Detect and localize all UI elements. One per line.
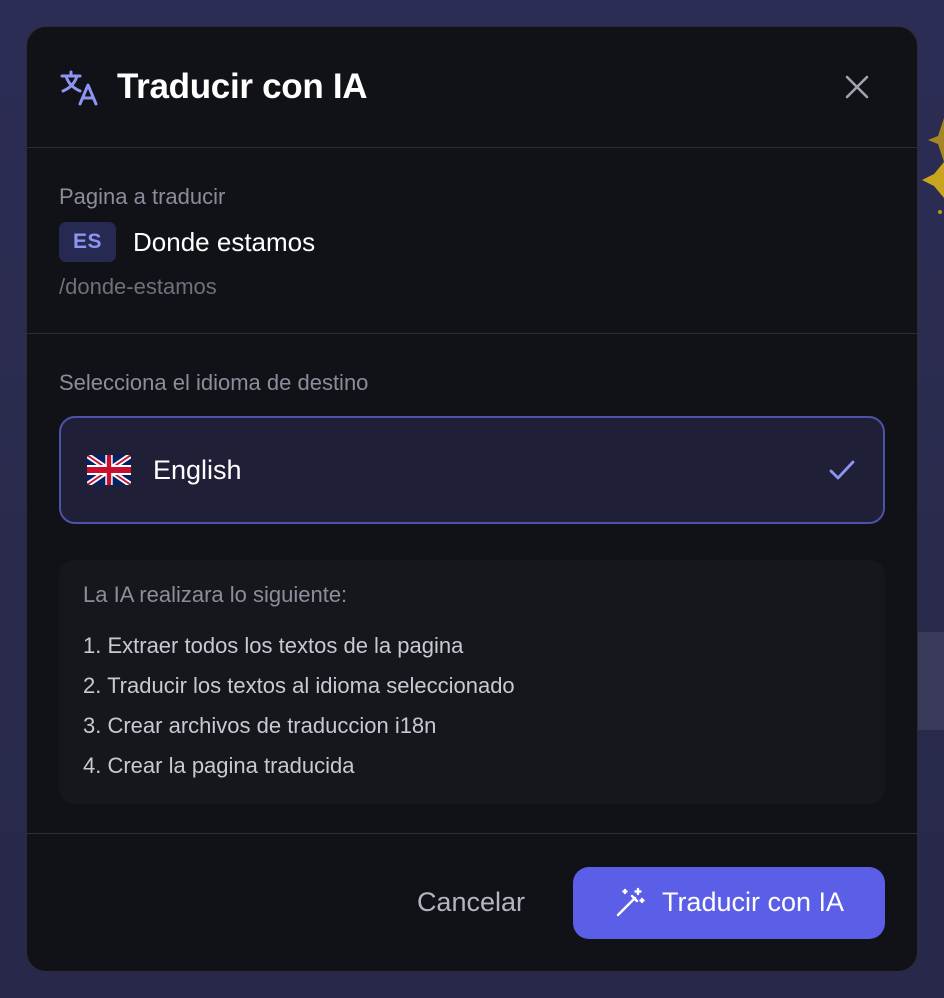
source-page-label: Pagina a traducir — [59, 184, 226, 209]
dialog-header: Traducir con IA — [27, 27, 917, 148]
dialog-footer: Cancelar Traducir con IA — [27, 833, 917, 971]
ai-steps-list: 1. Extraer todos los textos de la pagina… — [83, 626, 861, 786]
ai-step-item: 4. Crear la pagina traducida — [83, 753, 355, 778]
source-page-path: /donde-estamos — [59, 274, 217, 299]
ai-step-item: 2. Traducir los textos al idioma selecci… — [83, 673, 515, 698]
close-button[interactable] — [837, 67, 877, 107]
uk-flag-icon — [87, 455, 131, 485]
language-option-label: English — [153, 454, 242, 485]
ai-steps-title: La IA realizara lo siguiente: — [83, 582, 348, 607]
background-sparkle-icon — [922, 118, 944, 214]
translate-dialog: Traducir con IA Pagina a traducir ES Don… — [26, 26, 918, 972]
target-language-section: Selecciona el idioma de destino English … — [27, 334, 917, 804]
ai-steps-info-box: La IA realizara lo siguiente: 1. Extraer… — [59, 560, 885, 804]
ai-step-item: 1. Extraer todos los textos de la pagina — [83, 633, 464, 658]
source-language-badge: ES — [59, 222, 117, 262]
translate-with-ai-button[interactable]: Traducir con IA — [573, 866, 885, 939]
cancel-button[interactable]: Cancelar — [417, 887, 525, 918]
target-language-label: Selecciona el idioma de destino — [59, 370, 369, 395]
translate-icon — [60, 70, 98, 106]
close-icon — [845, 75, 869, 99]
source-page-row: ES Donde estamos — [59, 222, 885, 262]
ai-step-item: 3. Crear archivos de traduccion i18n — [83, 713, 437, 738]
check-icon — [829, 460, 855, 480]
source-page-section: Pagina a traducir ES Donde estamos /dond… — [27, 148, 917, 334]
language-option-english[interactable]: English — [59, 416, 885, 524]
magic-wand-icon — [616, 887, 645, 916]
translate-with-ai-label: Traducir con IA — [661, 887, 845, 917]
source-page-name: Donde estamos — [133, 226, 316, 257]
dialog-title: Traducir con IA — [117, 67, 368, 106]
background-button-fragment — [914, 632, 944, 730]
